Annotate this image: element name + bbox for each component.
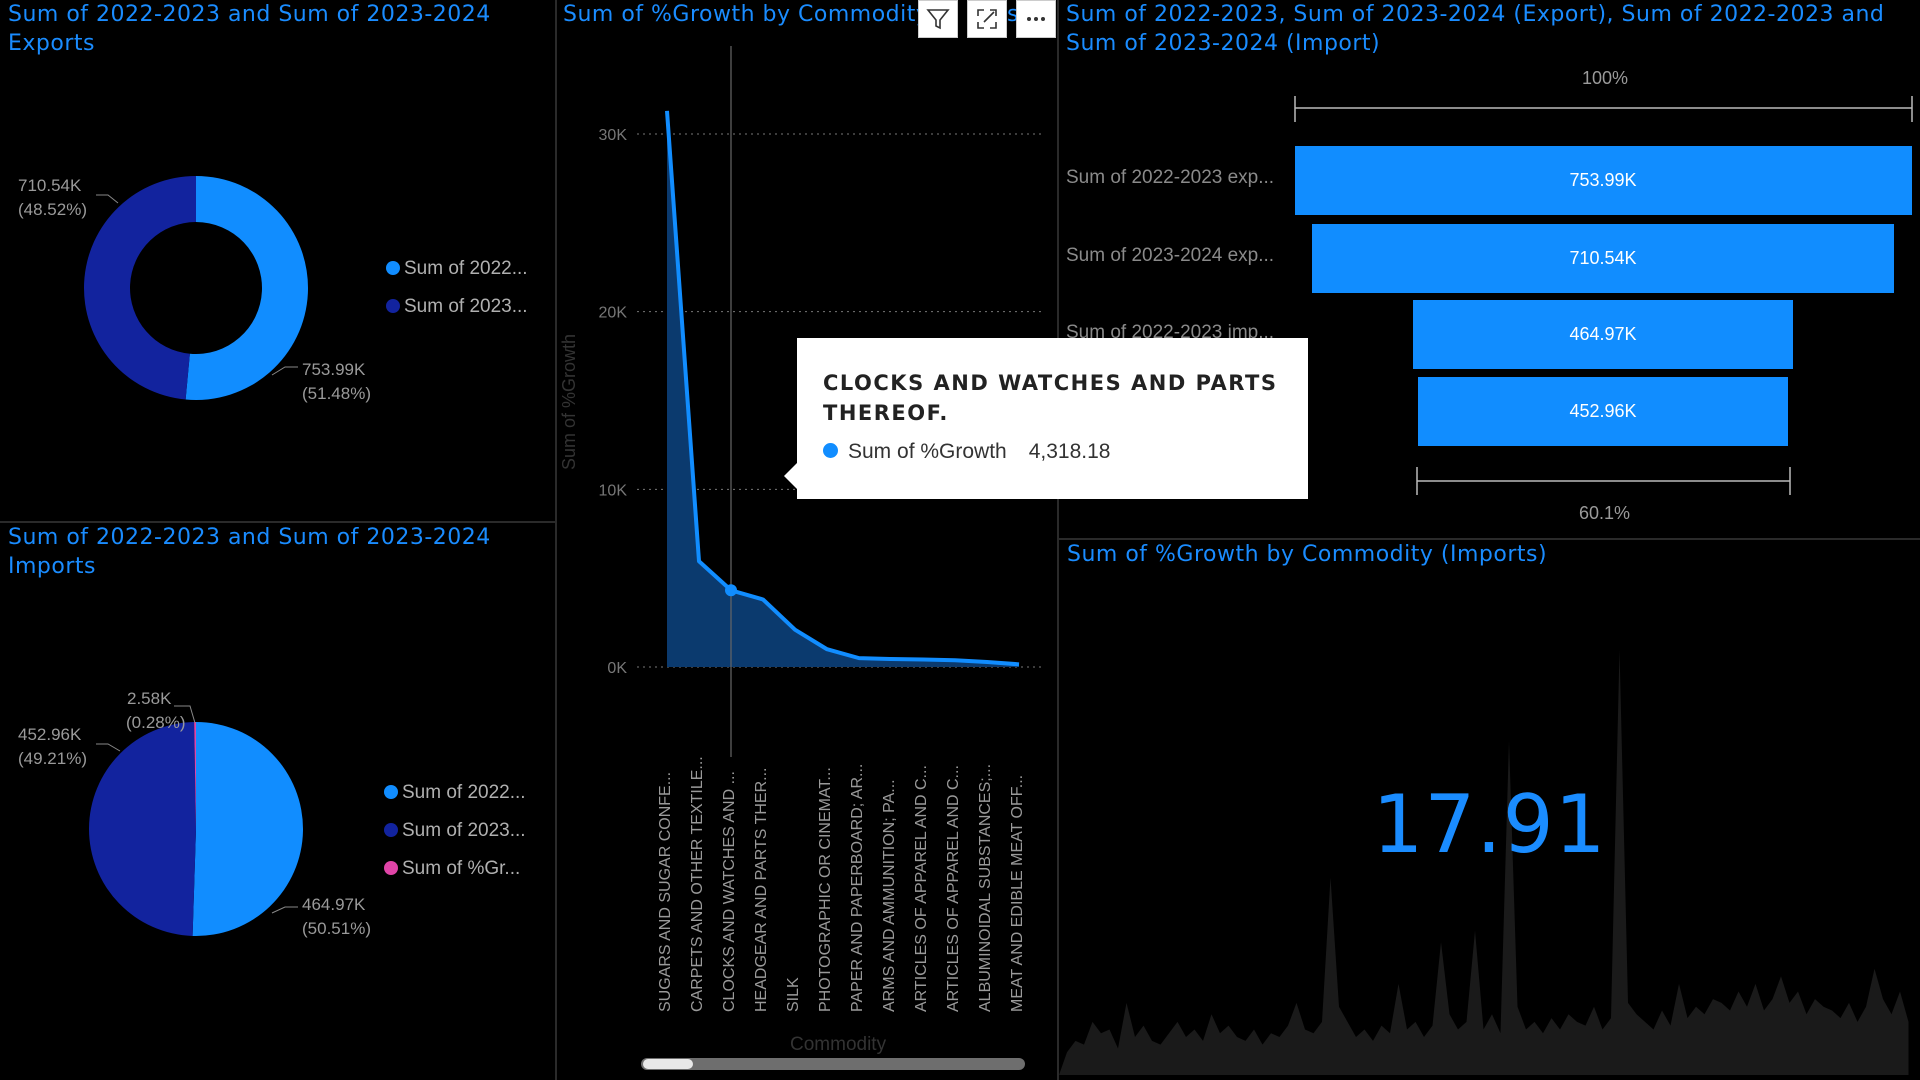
y-axis-title: Sum of %Growth <box>559 333 579 470</box>
donut-slice-2022 <box>185 176 308 400</box>
x-axis-title: Commodity <box>790 1034 887 1055</box>
pie-slice-2023 <box>88 722 196 936</box>
exports-growth-visual[interactable]: Sum of %Growth by Commodity s 30K 20K 10K 0… <box>557 0 1057 1080</box>
legend-dot-icon <box>384 861 398 875</box>
slice-label-2023: 710.54K (48.52%) <box>18 176 87 219</box>
funnel-category-label: Sum of 2022-2023 exp... <box>1066 167 1275 188</box>
funnel-bar[interactable]: 452.96K <box>1417 377 1789 446</box>
tooltip-dot-icon <box>823 443 838 458</box>
legend-item[interactable]: Sum of 2022... <box>384 782 526 804</box>
donut-slice-2023 <box>84 176 196 400</box>
pie-slice-2022 <box>192 722 304 936</box>
legend-item[interactable]: Sum of 2022... <box>386 258 528 280</box>
leader-line <box>96 743 121 752</box>
scrollbar-thumb[interactable] <box>643 1059 693 1069</box>
y-tick-label: 0K <box>607 660 627 677</box>
more-options-icon <box>1027 17 1045 21</box>
imports-pie-visual[interactable]: Sum of 2022-2023 and Sum of 2023-2024 Im… <box>0 523 555 1080</box>
exports-donut-visual[interactable]: Sum of 2022-2023 and Sum of 2023-2024 Ex… <box>0 0 555 521</box>
tooltip-pointer <box>784 462 798 490</box>
more-options-button[interactable] <box>1016 0 1056 38</box>
tooltip-value: 4,318.18 <box>1028 440 1111 463</box>
legend-item[interactable]: Sum of %Gr... <box>384 858 520 880</box>
slice-label-growth: 2.58K (0.28%) <box>126 689 186 732</box>
legend-dot-icon <box>384 823 398 837</box>
y-tick-label: 10K <box>599 482 628 499</box>
legend-dot-icon <box>386 299 400 313</box>
funnel-bottom-percent: 60.1% <box>1579 503 1631 523</box>
y-tick-label: 30K <box>599 127 628 144</box>
kpi-card-value: 17.91 <box>1372 778 1607 871</box>
tooltip-row: Sum of %Growth 4,318.18 <box>823 440 1110 464</box>
leader-line <box>96 194 119 204</box>
filter-icon <box>926 9 950 30</box>
y-tick-label: 20K <box>599 305 628 322</box>
focus-mode-button[interactable] <box>967 0 1007 38</box>
data-point <box>725 584 737 597</box>
imports-growth-visual[interactable]: Sum of %Growth by Commodity (Imports) 17… <box>1059 540 1920 1080</box>
funnel-category-label: Sum of 2023-2024 exp... <box>1066 245 1275 266</box>
focus-mode-icon <box>977 9 997 29</box>
leader-line <box>271 906 298 914</box>
legend-dot-icon <box>386 261 400 275</box>
filter-button[interactable] <box>918 0 958 38</box>
legend-dot-icon <box>384 785 398 799</box>
horizontal-scrollbar[interactable] <box>641 1058 1025 1070</box>
area-chart: 30K 20K 10K 0K <box>599 46 1045 757</box>
legend-item[interactable]: Sum of 2023... <box>386 296 528 318</box>
legend-item[interactable]: Sum of 2023... <box>384 820 526 842</box>
funnel-bar[interactable]: 464.97K <box>1412 300 1794 369</box>
funnel-bar[interactable]: 753.99K <box>1294 146 1912 215</box>
slice-label-2022: 464.97K (50.51%) <box>302 895 371 938</box>
tooltip: CLOCKS AND WATCHES AND PARTS THEREOF. Su… <box>797 338 1308 499</box>
tooltip-title: CLOCKS AND WATCHES AND PARTS THEREOF. <box>823 371 1278 425</box>
slice-label-2022: 753.99K (51.48%) <box>302 360 371 403</box>
leader-line <box>271 366 298 376</box>
funnel-bar[interactable]: 710.54K <box>1312 224 1894 293</box>
slice-label-2023: 452.96K (49.21%) <box>18 725 87 768</box>
tooltip-series-label: Sum of %Growth <box>848 440 1007 463</box>
